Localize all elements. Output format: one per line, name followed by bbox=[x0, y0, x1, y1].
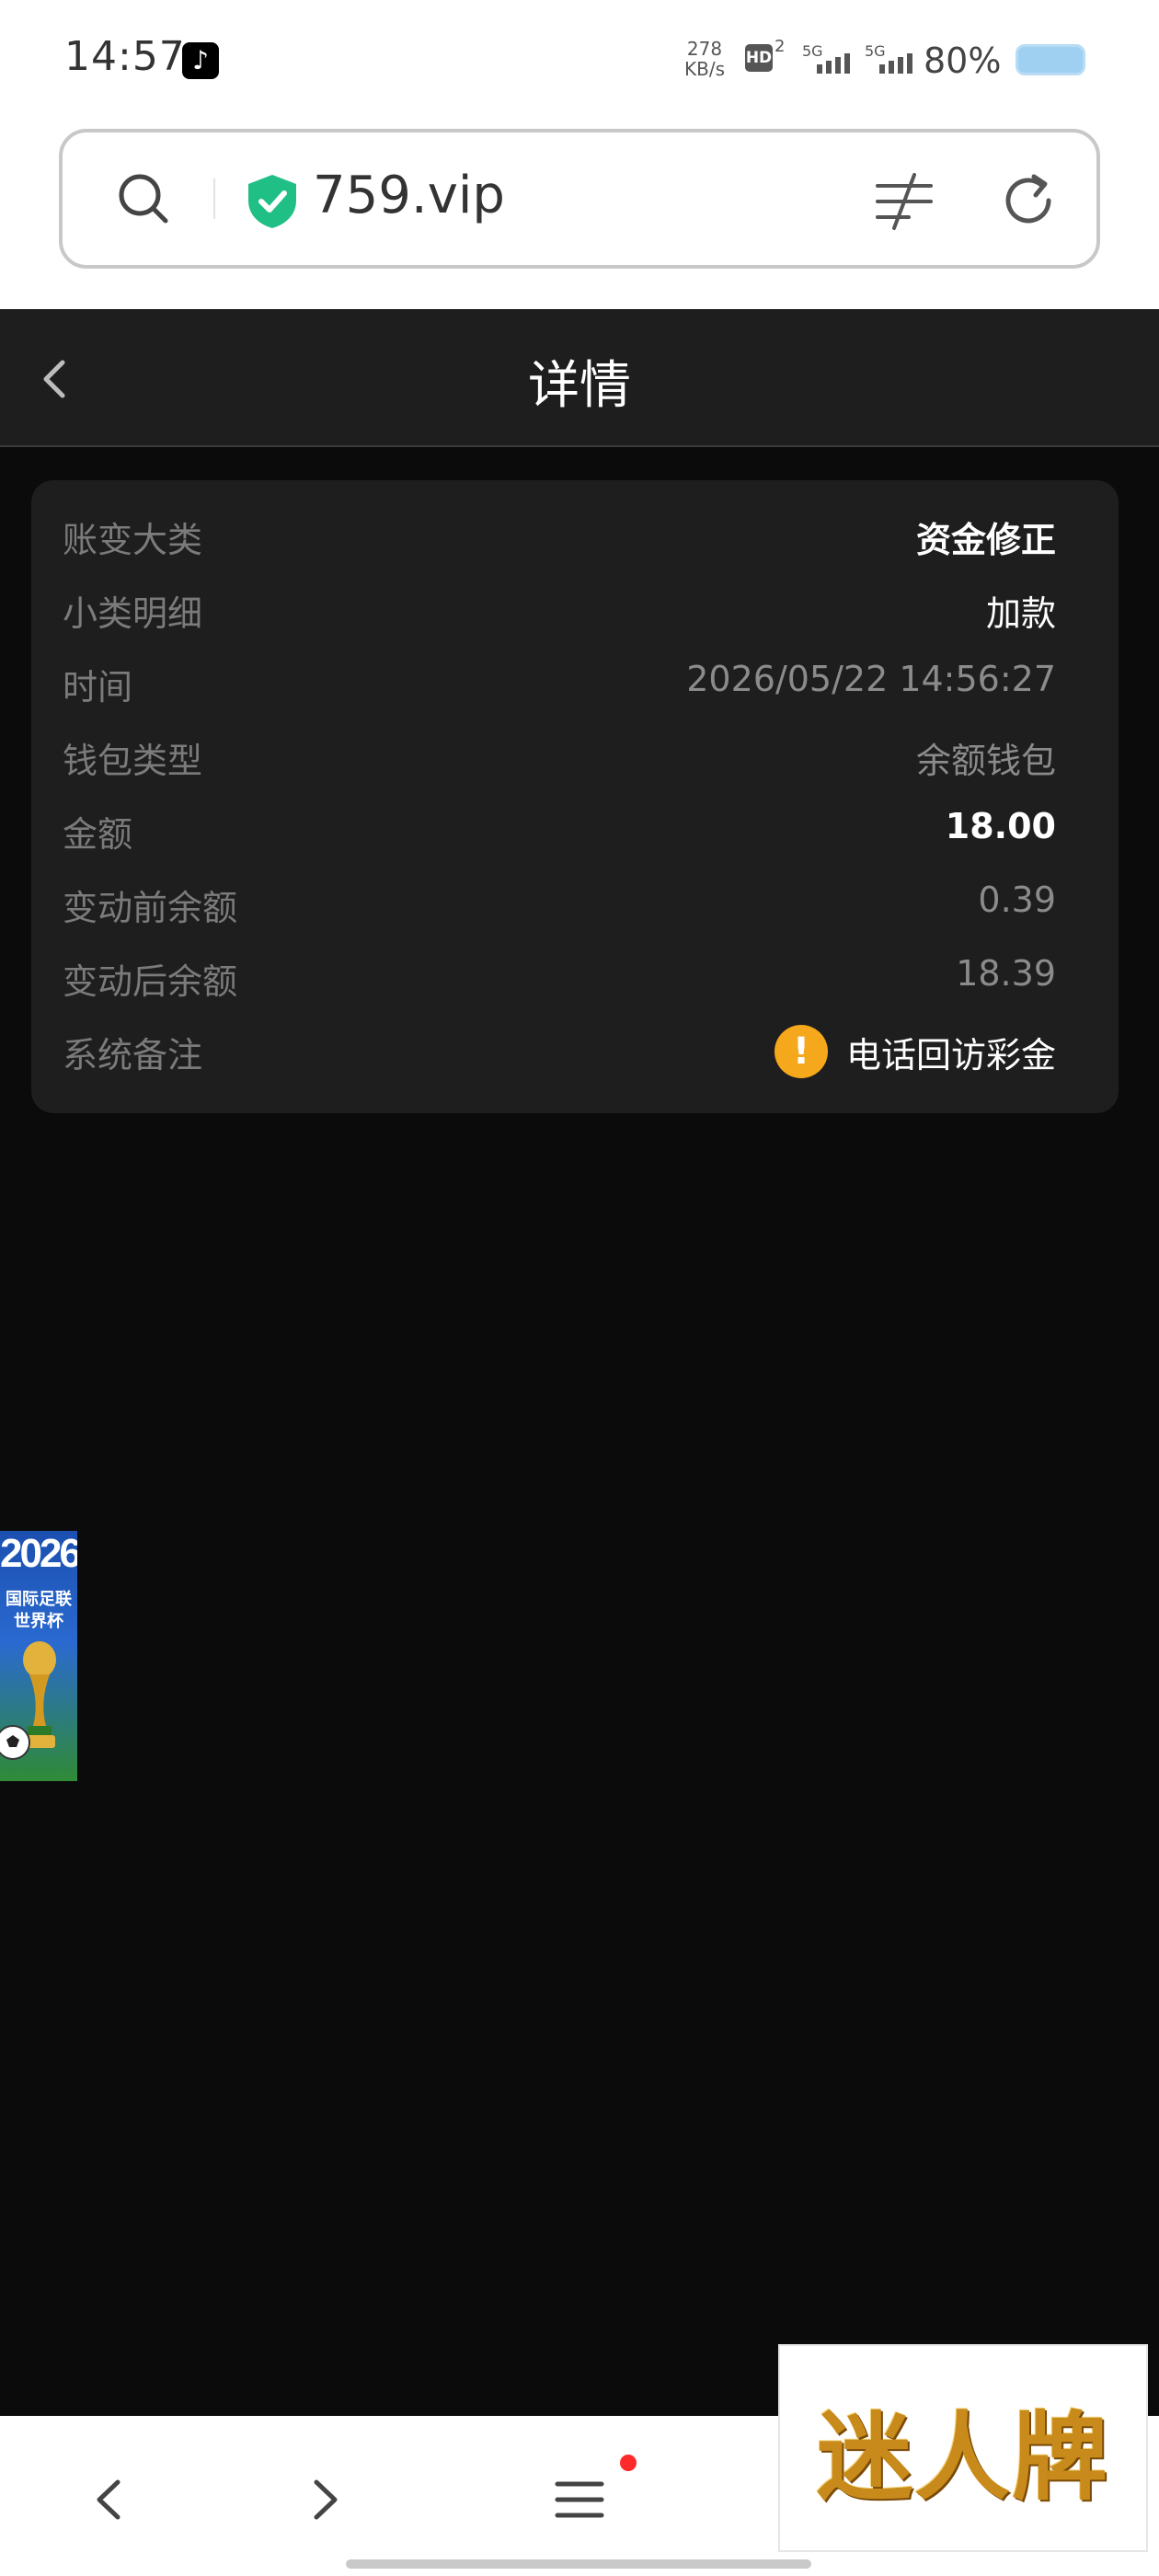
hd-icon: HD bbox=[745, 44, 773, 72]
page-header: 详情 bbox=[0, 309, 1159, 447]
detail-label: 变动后余额 bbox=[63, 961, 238, 1002]
detail-value: 18.00 bbox=[945, 806, 1056, 846]
logo-ad[interactable]: 迷人牌 bbox=[778, 2344, 1148, 2552]
detail-value: 余额钱包 bbox=[915, 741, 1056, 781]
home-indicator[interactable] bbox=[346, 2559, 811, 2569]
detail-value: 2026/05/22 14:56:27 bbox=[686, 659, 1056, 699]
url-domain[interactable]: 759.vip bbox=[313, 166, 505, 225]
signal-icon-sim2: 5G bbox=[865, 42, 916, 75]
remark-text: 电话回访彩金 bbox=[845, 1034, 1056, 1075]
detail-row-amount: 金额 18.00 bbox=[31, 793, 1087, 867]
detail-label: 账变大类 bbox=[63, 520, 203, 560]
browser-chrome: 14:57 ♪ 278 KB/s HD 2 5G 5G 80% 759.vip bbox=[0, 0, 1159, 309]
address-divider bbox=[213, 178, 215, 219]
ad-line-1: 国际足联 bbox=[6, 1590, 72, 1609]
page-title: 详情 bbox=[528, 356, 631, 416]
nav-back-icon[interactable] bbox=[85, 2467, 134, 2532]
remark-value: ! 电话回访彩金 bbox=[774, 1025, 1056, 1078]
reload-icon[interactable] bbox=[997, 169, 1060, 232]
status-bar: 14:57 ♪ 278 KB/s HD 2 5G 5G 80% bbox=[0, 0, 1159, 125]
detail-row-subcategory: 小类明细 加款 bbox=[31, 572, 1087, 646]
detail-card: 账变大类 资金修正 小类明细 加款 时间 2026/05/22 14:56:27… bbox=[31, 480, 1119, 1113]
filter-icon[interactable] bbox=[872, 169, 936, 234]
detail-label: 小类明细 bbox=[63, 593, 203, 634]
floating-ad-banner[interactable]: 2026 国际足联 世界杯 bbox=[0, 1531, 77, 1781]
detail-label: 钱包类型 bbox=[63, 741, 203, 781]
detail-label: 金额 bbox=[63, 814, 133, 855]
detail-row-category: 账变大类 资金修正 bbox=[31, 499, 1087, 572]
detail-value: 资金修正 bbox=[915, 520, 1056, 560]
address-bar[interactable]: 759.vip bbox=[59, 129, 1100, 269]
logo-ad-text: 迷人牌 bbox=[816, 2399, 1109, 2513]
detail-row-time: 时间 2026/05/22 14:56:27 bbox=[31, 646, 1087, 719]
detail-label: 变动前余额 bbox=[63, 888, 238, 928]
signal-icon-sim1: 5G bbox=[802, 42, 854, 75]
notification-dot bbox=[620, 2455, 637, 2471]
ad-line-2: 世界杯 bbox=[14, 1612, 63, 1631]
network-speed-value: 278 bbox=[686, 38, 723, 60]
battery-percent: 80% bbox=[924, 40, 1002, 81]
sim2-label: 5G bbox=[865, 42, 886, 60]
detail-row-balance-before: 变动前余额 0.39 bbox=[31, 867, 1087, 940]
menu-icon[interactable] bbox=[546, 2467, 613, 2532]
sim1-label: 5G bbox=[802, 42, 823, 60]
soccer-ball-icon bbox=[0, 1725, 30, 1760]
warning-icon: ! bbox=[774, 1025, 828, 1078]
detail-row-balance-after: 变动后余额 18.39 bbox=[31, 940, 1087, 1014]
detail-label: 时间 bbox=[63, 667, 133, 707]
detail-value: 18.39 bbox=[956, 953, 1056, 994]
network-speed: 278 KB/s bbox=[679, 39, 730, 79]
detail-value: 加款 bbox=[985, 593, 1056, 634]
hd-sub-label: 2 bbox=[775, 37, 786, 56]
detail-value: 0.39 bbox=[978, 880, 1056, 920]
battery-icon bbox=[1016, 44, 1085, 75]
detail-row-remark: 系统备注 ! 电话回访彩金 bbox=[31, 1014, 1087, 1097]
detail-row-wallet: 钱包类型 余额钱包 bbox=[31, 719, 1087, 793]
network-speed-unit: KB/s bbox=[684, 58, 725, 80]
search-icon[interactable] bbox=[114, 169, 173, 228]
detail-label: 系统备注 bbox=[63, 1035, 203, 1075]
secure-shield-icon bbox=[248, 175, 296, 228]
nav-forward-icon[interactable] bbox=[300, 2467, 350, 2532]
status-time: 14:57 bbox=[64, 33, 186, 80]
tiktok-icon: ♪ bbox=[182, 42, 219, 79]
ad-year: 2026 bbox=[0, 1531, 77, 1576]
